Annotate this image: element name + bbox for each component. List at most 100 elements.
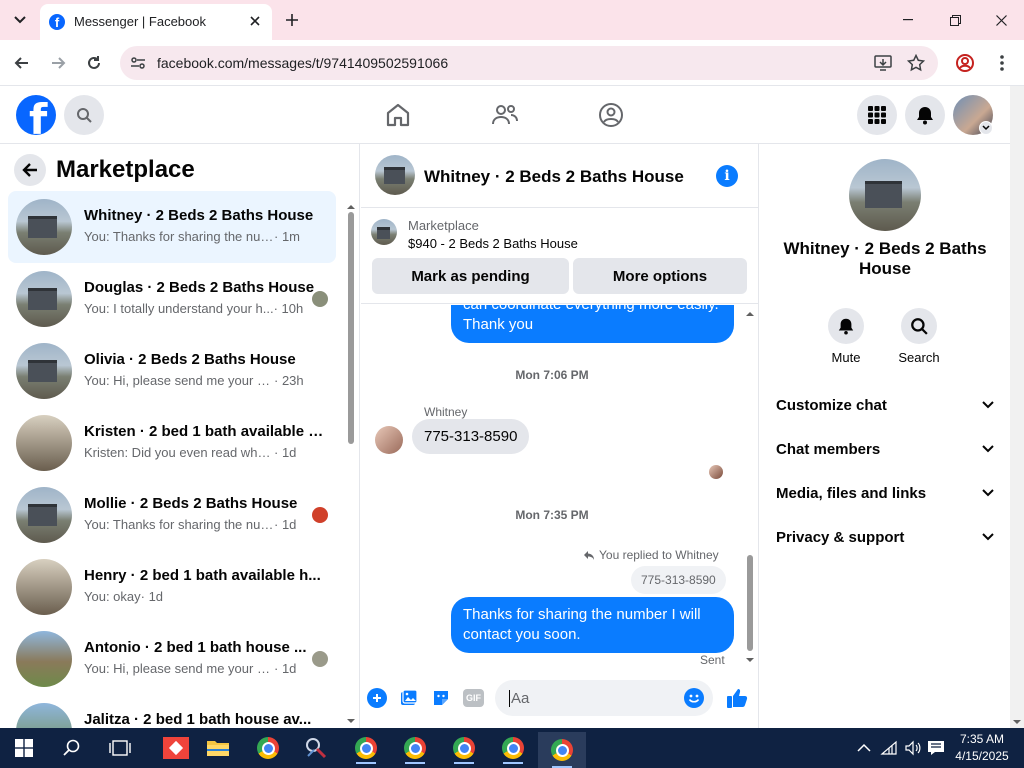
- start-button[interactable]: [4, 732, 44, 764]
- tab-title: Messenger | Facebook: [74, 14, 206, 29]
- chrome-active-taskbar-icon[interactable]: [538, 732, 586, 768]
- details-thumbnail[interactable]: [849, 159, 921, 231]
- facebook-favicon-icon: f: [49, 14, 65, 30]
- chrome-profile-taskbar-icon[interactable]: [395, 732, 435, 764]
- listing-thumbnail[interactable]: [371, 219, 397, 245]
- page-scrollbar[interactable]: [1010, 86, 1024, 728]
- facebook-logo-icon[interactable]: f: [16, 95, 56, 135]
- back-arrow-icon[interactable]: [12, 53, 32, 73]
- forward-arrow-icon[interactable]: [48, 53, 68, 73]
- quoted-message[interactable]: 775-313-8590: [631, 566, 726, 594]
- plus-circle-icon[interactable]: [367, 688, 387, 708]
- outgoing-message[interactable]: Thanks for sharing the number I will con…: [451, 597, 734, 653]
- mute-label: Mute: [831, 350, 861, 365]
- profile-icon[interactable]: [955, 53, 975, 73]
- sent-status: Sent: [700, 653, 725, 667]
- tab-close-icon[interactable]: [246, 12, 264, 30]
- window-minimize-button[interactable]: [896, 10, 920, 30]
- mute-button[interactable]: Mute: [821, 308, 871, 365]
- address-bar[interactable]: facebook.com/messages/t/9741409502591066: [120, 46, 938, 80]
- privacy-support-section[interactable]: Privacy & support: [776, 521, 994, 553]
- install-app-icon[interactable]: [874, 54, 892, 72]
- customize-chat-section[interactable]: Customize chat: [776, 389, 994, 421]
- chat-thumbnail[interactable]: [375, 155, 415, 195]
- notifications-button[interactable]: [905, 95, 945, 135]
- section-label: Chat members: [776, 440, 881, 458]
- sticker-icon[interactable]: [431, 688, 451, 708]
- chat-panel: Whitney · 2 Beds 2 Baths House i Marketp…: [361, 144, 759, 728]
- chat-members-section[interactable]: Chat members: [776, 433, 994, 465]
- notification-center-icon[interactable]: [927, 740, 945, 756]
- site-info-icon[interactable]: [130, 55, 146, 71]
- browser-menu-icon[interactable]: [992, 53, 1012, 73]
- clock-time: 7:35 AM: [959, 732, 1005, 746]
- chevron-down-icon: [982, 533, 994, 541]
- bookmark-star-icon[interactable]: [906, 53, 926, 72]
- left-scrollbar[interactable]: [346, 200, 356, 728]
- conversation-item[interactable]: Antonio · 2 bed 1 bath house ... You: Hi…: [8, 623, 336, 695]
- file-explorer-icon[interactable]: [198, 732, 238, 764]
- media-files-links-section[interactable]: Media, files and links: [776, 477, 994, 509]
- mark-as-pending-button[interactable]: Mark as pending: [372, 258, 569, 294]
- conversation-item[interactable]: Olivia · 2 Beds 2 Baths House You: Hi, p…: [8, 335, 336, 407]
- read-receipt-avatar: [709, 465, 723, 479]
- gif-icon[interactable]: GIF: [463, 689, 484, 707]
- menu-button[interactable]: [857, 95, 897, 135]
- emoji-icon[interactable]: [684, 688, 704, 708]
- chrome-profile-taskbar-icon[interactable]: [346, 732, 386, 764]
- window-restore-button[interactable]: [943, 10, 967, 30]
- groups-icon[interactable]: [597, 101, 625, 129]
- reload-icon[interactable]: [84, 53, 104, 73]
- listing-detail[interactable]: $940 - 2 Beds 2 Baths House: [408, 236, 578, 251]
- task-view-icon[interactable]: [100, 732, 140, 764]
- chrome-profile-taskbar-icon[interactable]: [493, 732, 533, 764]
- chat-title[interactable]: Whitney · 2 Beds 2 Baths House: [424, 167, 684, 187]
- message-input[interactable]: Aa: [495, 680, 713, 716]
- home-icon[interactable]: [384, 101, 412, 129]
- listing-label: Marketplace: [408, 218, 479, 233]
- listing-thumbnail: [16, 703, 72, 728]
- url-text[interactable]: facebook.com/messages/t/9741409502591066: [157, 55, 448, 71]
- show-hidden-icons[interactable]: [856, 740, 872, 756]
- back-button[interactable]: [14, 154, 46, 186]
- plus-icon: [286, 14, 298, 26]
- info-icon[interactable]: i: [716, 165, 738, 187]
- sender-avatar[interactable]: [375, 426, 403, 454]
- conversation-time: · 23h: [274, 373, 304, 388]
- conversation-preview: Kristen: Did you even read what I s...: [84, 445, 274, 460]
- account-chevron-icon[interactable]: [979, 121, 993, 135]
- like-icon[interactable]: [725, 686, 749, 710]
- conversation-item[interactable]: Whitney · 2 Beds 2 Baths House You: Than…: [8, 191, 336, 263]
- conversation-item[interactable]: Kristen · 2 bed 1 bath available h... Kr…: [8, 407, 336, 479]
- image-icon[interactable]: [399, 688, 419, 708]
- chrome-profile-taskbar-icon[interactable]: [444, 732, 484, 764]
- conversation-list-panel: Marketplace Whitney · 2 Beds 2 Baths Hou…: [0, 144, 360, 728]
- conversation-preview: You: okay: [84, 589, 141, 604]
- taskbar-search-icon[interactable]: [52, 732, 92, 764]
- seen-avatar: [312, 507, 328, 523]
- volume-icon[interactable]: [904, 740, 922, 756]
- outgoing-message[interactable]: can coordinate everything more easily. T…: [451, 305, 734, 343]
- clock[interactable]: 7:35 AM 4/15/2025: [950, 731, 1014, 765]
- conversation-item[interactable]: Jalitza · 2 bed 1 bath house av...: [8, 695, 336, 728]
- browser-toolbar: facebook.com/messages/t/9741409502591066: [0, 40, 1024, 86]
- new-tab-button[interactable]: [282, 10, 302, 30]
- chat-scrollbar[interactable]: [744, 307, 756, 667]
- chrome-taskbar-icon[interactable]: [248, 732, 288, 764]
- tab-search-button[interactable]: [8, 10, 32, 30]
- anydesk-app-icon[interactable]: [156, 732, 196, 764]
- conversation-item[interactable]: Douglas · 2 Beds 2 Baths House You: I to…: [8, 263, 336, 335]
- window-close-button[interactable]: [989, 10, 1013, 30]
- conversation-item[interactable]: Mollie · 2 Beds 2 Baths House You: Thank…: [8, 479, 336, 551]
- friends-icon[interactable]: [491, 101, 519, 129]
- search-in-chat-button[interactable]: Search: [894, 308, 944, 365]
- tools-app-icon[interactable]: [296, 732, 336, 764]
- wifi-icon[interactable]: [880, 740, 898, 756]
- incoming-message[interactable]: 775-313-8590: [412, 419, 530, 454]
- browser-tab-messenger[interactable]: f Messenger | Facebook: [40, 4, 272, 40]
- time-separator: Mon 7:06 PM: [515, 368, 589, 382]
- conversation-item[interactable]: Henry · 2 bed 1 bath available h... You:…: [8, 551, 336, 623]
- search-button[interactable]: [64, 95, 104, 135]
- more-options-button[interactable]: More options: [573, 258, 747, 294]
- conversation-name: Douglas · 2 Beds 2 Baths House: [84, 279, 315, 296]
